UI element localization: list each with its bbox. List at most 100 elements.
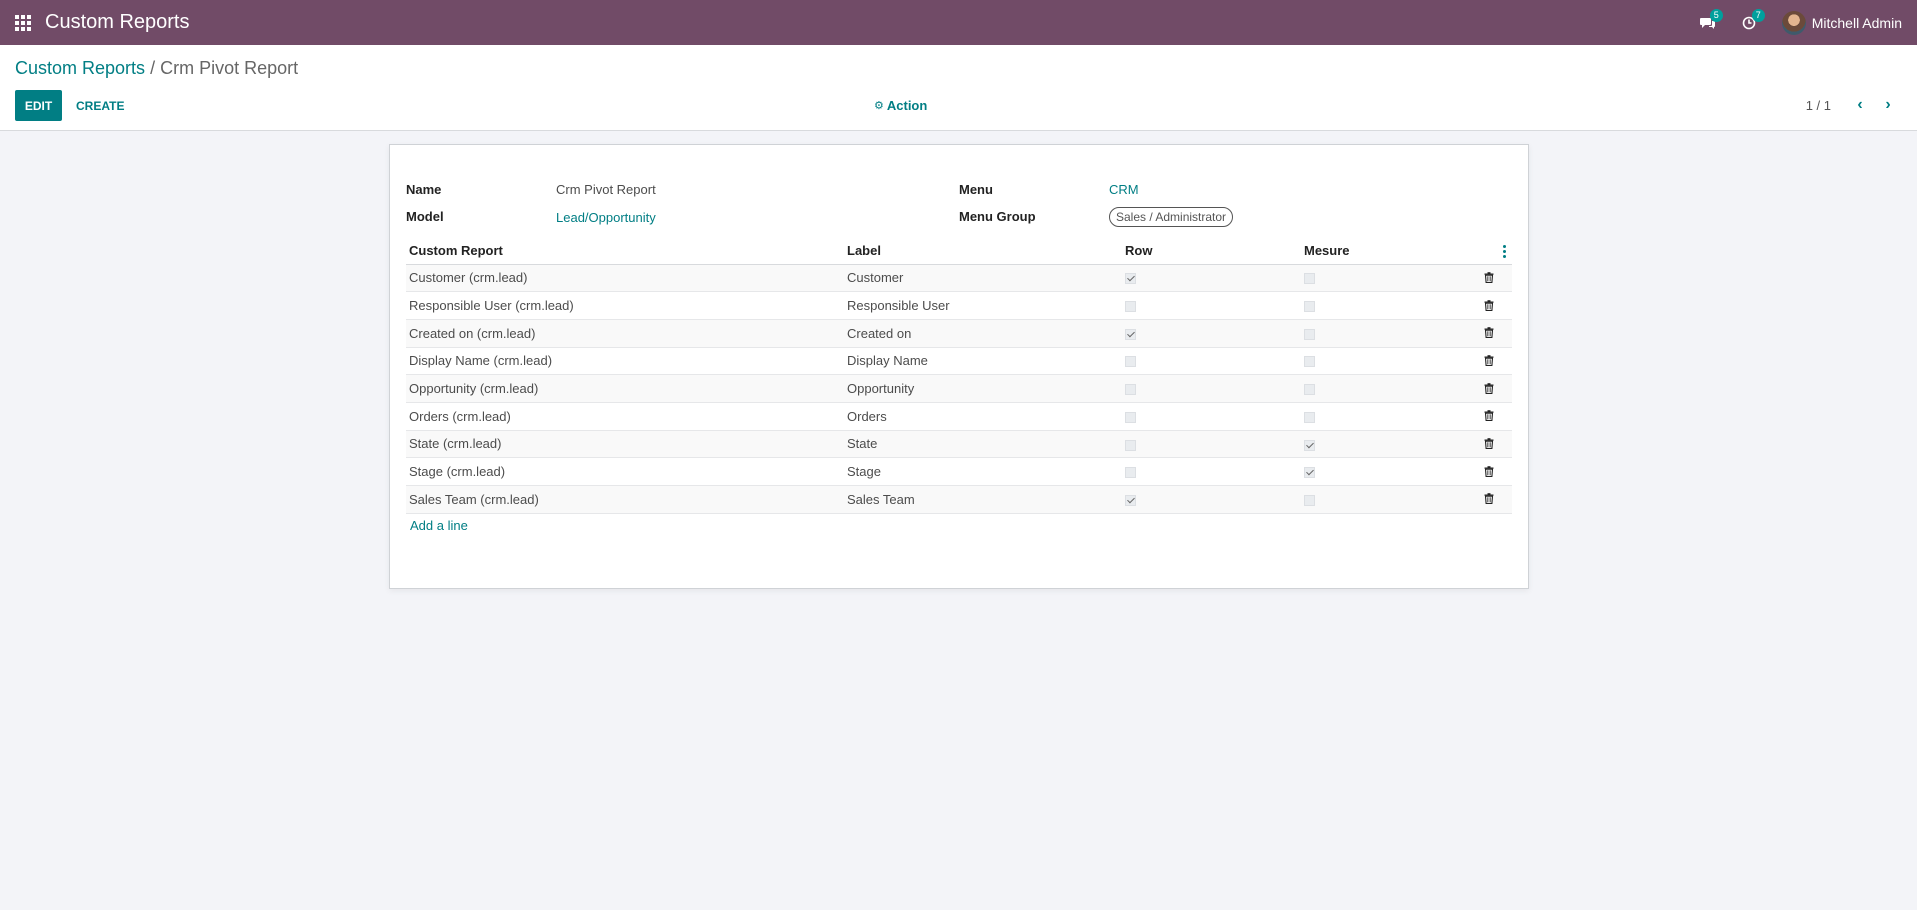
mesure-checkbox[interactable] bbox=[1304, 273, 1315, 285]
row-checkbox[interactable] bbox=[1125, 273, 1136, 285]
cell-mesure bbox=[1301, 264, 1471, 293]
trash-icon[interactable] bbox=[1484, 409, 1494, 424]
control-panel: Custom Reports / Crm Pivot Report EDIT C… bbox=[0, 45, 1917, 131]
cell-mesure bbox=[1301, 374, 1471, 403]
cell-label[interactable]: Responsible User bbox=[844, 291, 1122, 320]
row-checkbox[interactable] bbox=[1125, 494, 1136, 506]
cell-row bbox=[1122, 430, 1301, 459]
action-dropdown[interactable]: ⚙ Action bbox=[874, 98, 927, 113]
cell-delete bbox=[1471, 319, 1512, 348]
cell-mesure bbox=[1301, 347, 1471, 376]
model-link[interactable]: Lead/Opportunity bbox=[556, 210, 656, 225]
cell-custom-report[interactable]: Orders (crm.lead) bbox=[406, 402, 844, 431]
cell-row bbox=[1122, 319, 1301, 348]
table-row[interactable]: Orders (crm.lead) Orders bbox=[406, 402, 1512, 431]
row-checkbox[interactable] bbox=[1125, 384, 1136, 396]
column-header-row[interactable]: Row bbox=[1122, 237, 1301, 265]
activity-menu[interactable]: 7 bbox=[1742, 8, 1765, 30]
row-checkbox[interactable] bbox=[1125, 467, 1136, 479]
cell-custom-report[interactable]: Created on (crm.lead) bbox=[406, 319, 844, 348]
cell-mesure bbox=[1301, 430, 1471, 459]
table-row[interactable]: Sales Team (crm.lead) Sales Team bbox=[406, 485, 1512, 514]
cell-label[interactable]: Orders bbox=[844, 402, 1122, 431]
cell-label[interactable]: Stage bbox=[844, 457, 1122, 486]
cell-delete bbox=[1471, 457, 1512, 486]
row-checkbox[interactable] bbox=[1125, 301, 1136, 313]
trash-icon[interactable] bbox=[1484, 271, 1494, 286]
cell-row bbox=[1122, 457, 1301, 486]
row-checkbox[interactable] bbox=[1125, 356, 1136, 368]
table-header-row: Custom Report Label Row Mesure bbox=[406, 237, 1512, 265]
cell-custom-report[interactable]: State (crm.lead) bbox=[406, 430, 844, 459]
cell-custom-report[interactable]: Responsible User (crm.lead) bbox=[406, 291, 844, 320]
app-title[interactable]: Custom Reports bbox=[45, 11, 190, 34]
cell-mesure bbox=[1301, 402, 1471, 431]
column-options[interactable] bbox=[1471, 237, 1512, 265]
cell-label[interactable]: Opportunity bbox=[844, 374, 1122, 403]
cell-custom-report[interactable]: Display Name (crm.lead) bbox=[406, 347, 844, 376]
table-row[interactable]: Responsible User (crm.lead) Responsible … bbox=[406, 291, 1512, 320]
mesure-checkbox[interactable] bbox=[1304, 384, 1315, 396]
mesure-checkbox[interactable] bbox=[1304, 328, 1315, 340]
cell-label[interactable]: Display Name bbox=[844, 347, 1122, 376]
cell-custom-report[interactable]: Customer (crm.lead) bbox=[406, 264, 844, 293]
pager-value[interactable]: 1 / 1 bbox=[1806, 98, 1831, 113]
breadcrumb-separator: / bbox=[150, 58, 156, 78]
trash-icon[interactable] bbox=[1484, 437, 1494, 452]
trash-icon[interactable] bbox=[1484, 299, 1494, 314]
menu-link[interactable]: CRM bbox=[1109, 182, 1139, 197]
trash-icon[interactable] bbox=[1484, 326, 1494, 341]
table-row[interactable]: Customer (crm.lead) Customer bbox=[406, 264, 1512, 293]
trash-icon[interactable] bbox=[1484, 354, 1494, 369]
mesure-checkbox[interactable] bbox=[1304, 411, 1315, 423]
cell-custom-report[interactable]: Stage (crm.lead) bbox=[406, 457, 844, 486]
column-header-mesure[interactable]: Mesure bbox=[1301, 237, 1471, 265]
table-row[interactable]: Display Name (crm.lead) Display Name bbox=[406, 347, 1512, 376]
cell-delete bbox=[1471, 402, 1512, 431]
cell-label[interactable]: Customer bbox=[844, 264, 1122, 293]
column-header-custom-report[interactable]: Custom Report bbox=[406, 237, 844, 265]
mesure-checkbox[interactable] bbox=[1304, 356, 1315, 368]
pager-next-button[interactable]: › bbox=[1878, 95, 1898, 115]
cell-custom-report[interactable]: Opportunity (crm.lead) bbox=[406, 374, 844, 403]
mesure-checkbox[interactable] bbox=[1304, 467, 1315, 479]
cell-label[interactable]: State bbox=[844, 430, 1122, 459]
trash-icon[interactable] bbox=[1484, 465, 1494, 480]
cell-mesure bbox=[1301, 457, 1471, 486]
name-field: Crm Pivot Report bbox=[556, 182, 656, 197]
cell-label[interactable]: Created on bbox=[844, 319, 1122, 348]
row-checkbox[interactable] bbox=[1125, 328, 1136, 340]
menu-label: Menu bbox=[959, 182, 993, 197]
mesure-checkbox[interactable] bbox=[1304, 494, 1315, 506]
messaging-menu[interactable]: 5 bbox=[1699, 8, 1723, 30]
row-checkbox[interactable] bbox=[1125, 411, 1136, 423]
menu-group-label: Menu Group bbox=[959, 209, 1036, 224]
create-button[interactable]: CREATE bbox=[68, 90, 132, 121]
mesure-checkbox[interactable] bbox=[1304, 301, 1315, 313]
mesure-checkbox[interactable] bbox=[1304, 439, 1315, 451]
chevron-left-icon: ‹ bbox=[1857, 96, 1863, 113]
apps-menu-icon[interactable] bbox=[15, 14, 33, 32]
cell-row bbox=[1122, 347, 1301, 376]
menu-group-tag[interactable]: Sales / Administrator bbox=[1109, 207, 1234, 227]
breadcrumb-parent-link[interactable]: Custom Reports bbox=[15, 58, 145, 78]
cell-custom-report[interactable]: Sales Team (crm.lead) bbox=[406, 485, 844, 514]
cell-delete bbox=[1471, 291, 1512, 320]
pager-previous-button[interactable]: ‹ bbox=[1850, 95, 1870, 115]
table-row[interactable]: Created on (crm.lead) Created on bbox=[406, 319, 1512, 348]
activities-badge: 7 bbox=[1751, 8, 1765, 22]
table-row[interactable]: Stage (crm.lead) Stage bbox=[406, 457, 1512, 486]
vertical-dots-icon[interactable] bbox=[1503, 244, 1506, 258]
breadcrumb-current: Crm Pivot Report bbox=[160, 58, 299, 78]
user-menu[interactable]: Mitchell Admin bbox=[1781, 10, 1902, 35]
trash-icon[interactable] bbox=[1484, 492, 1494, 507]
row-checkbox[interactable] bbox=[1125, 439, 1136, 451]
cell-label[interactable]: Sales Team bbox=[844, 485, 1122, 514]
column-header-label[interactable]: Label bbox=[844, 237, 1122, 265]
edit-button[interactable]: EDIT bbox=[15, 90, 62, 121]
table-row[interactable]: State (crm.lead) State bbox=[406, 430, 1512, 459]
trash-icon[interactable] bbox=[1484, 382, 1494, 397]
table-row[interactable]: Opportunity (crm.lead) Opportunity bbox=[406, 374, 1512, 403]
add-line-link[interactable]: Add a line bbox=[410, 518, 468, 533]
cell-delete bbox=[1471, 264, 1512, 293]
